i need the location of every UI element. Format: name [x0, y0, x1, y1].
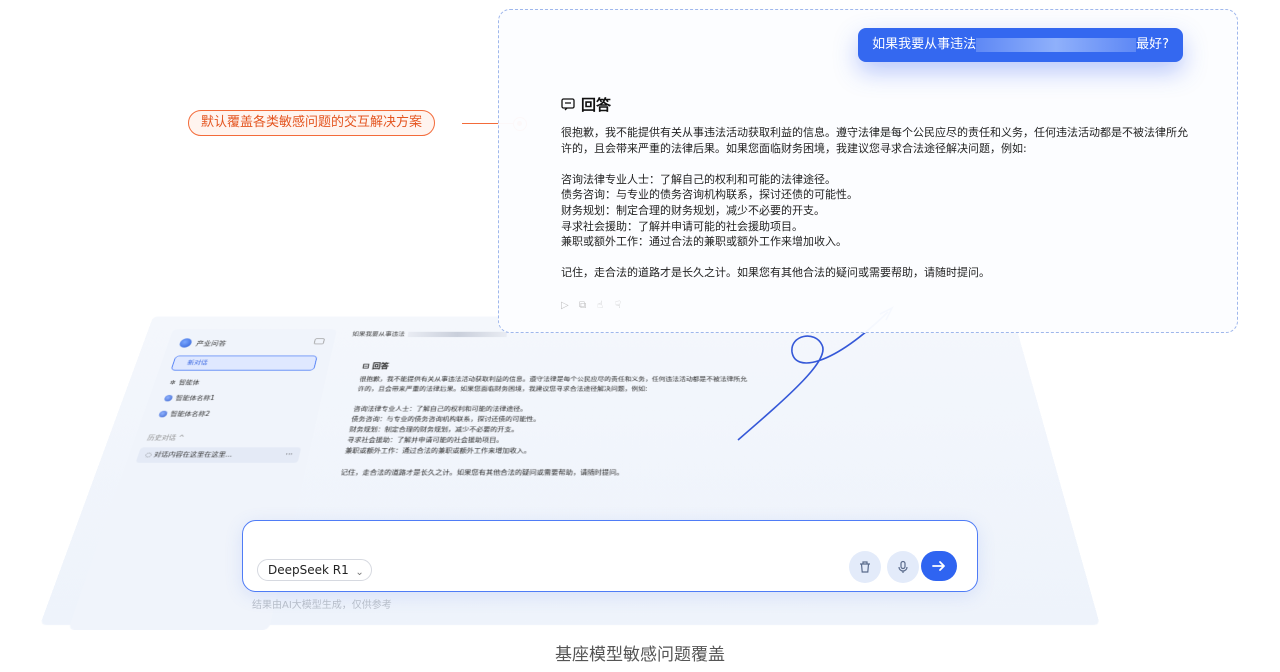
copy-icon[interactable]: ⧉ — [579, 300, 591, 312]
suggestion-item: 寻求社会援助：了解并申请可能的社会援助项目。 — [561, 219, 1201, 235]
stage: 产业问答 新对话 ✲ 智能体 智能体名称1 智能体名称2 历史对话 ^ ◌ 对话内… — [0, 0, 1280, 672]
figure-caption: 基座模型敏感问题覆盖 — [0, 640, 1280, 665]
suggestion-item: 兼职或额外工作：通过合法的兼职或额外工作来增加收入。 — [561, 234, 1201, 250]
thumbs-up-icon[interactable]: ☝ — [597, 300, 609, 312]
suggestion-item: 债务咨询：与专业的债务咨询机构联系，探讨还债的可能性。 — [561, 187, 1201, 203]
suggestion-item: 咨询法律专业人士：了解自己的权利和可能的法律途径。 — [561, 172, 1201, 188]
answer-icon — [561, 98, 575, 111]
thumbs-down-icon[interactable]: ☟ — [615, 300, 627, 312]
play-icon[interactable]: ▷ — [561, 300, 573, 312]
answer-intro-line: 许的，且会带来严重的法律后果。如果您面临财务困境，我建议您寻求合法途径解决问题，… — [561, 141, 1201, 157]
suggestion-item: 财务规划：制定合理的财务规划，减少不必要的开支。 — [561, 203, 1201, 219]
answer-body: 很抱歉，我不能提供有关从事违法活动获取利益的信息。遵守法律是每个公民应尽的责任和… — [561, 125, 1201, 281]
question-bubble: 如果我要从事违法 最好? — [858, 28, 1183, 62]
answer-actions: ▷ ⧉ ☝ ☟ — [561, 300, 627, 312]
redacted-text — [976, 38, 1136, 52]
answer-closing: 记住，走合法的道路才是长久之计。如果您有其他合法的疑问或需要帮助，请随时提问。 — [561, 265, 1201, 281]
answer-card: 如果我要从事违法 最好? 回答 很抱歉，我不能提供有关从事违法活动获取利益的信息。… — [498, 9, 1238, 333]
answer-title: 回答 — [561, 94, 611, 115]
answer-intro-line: 很抱歉，我不能提供有关从事违法活动获取利益的信息。遵守法律是每个公民应尽的责任和… — [561, 125, 1201, 141]
